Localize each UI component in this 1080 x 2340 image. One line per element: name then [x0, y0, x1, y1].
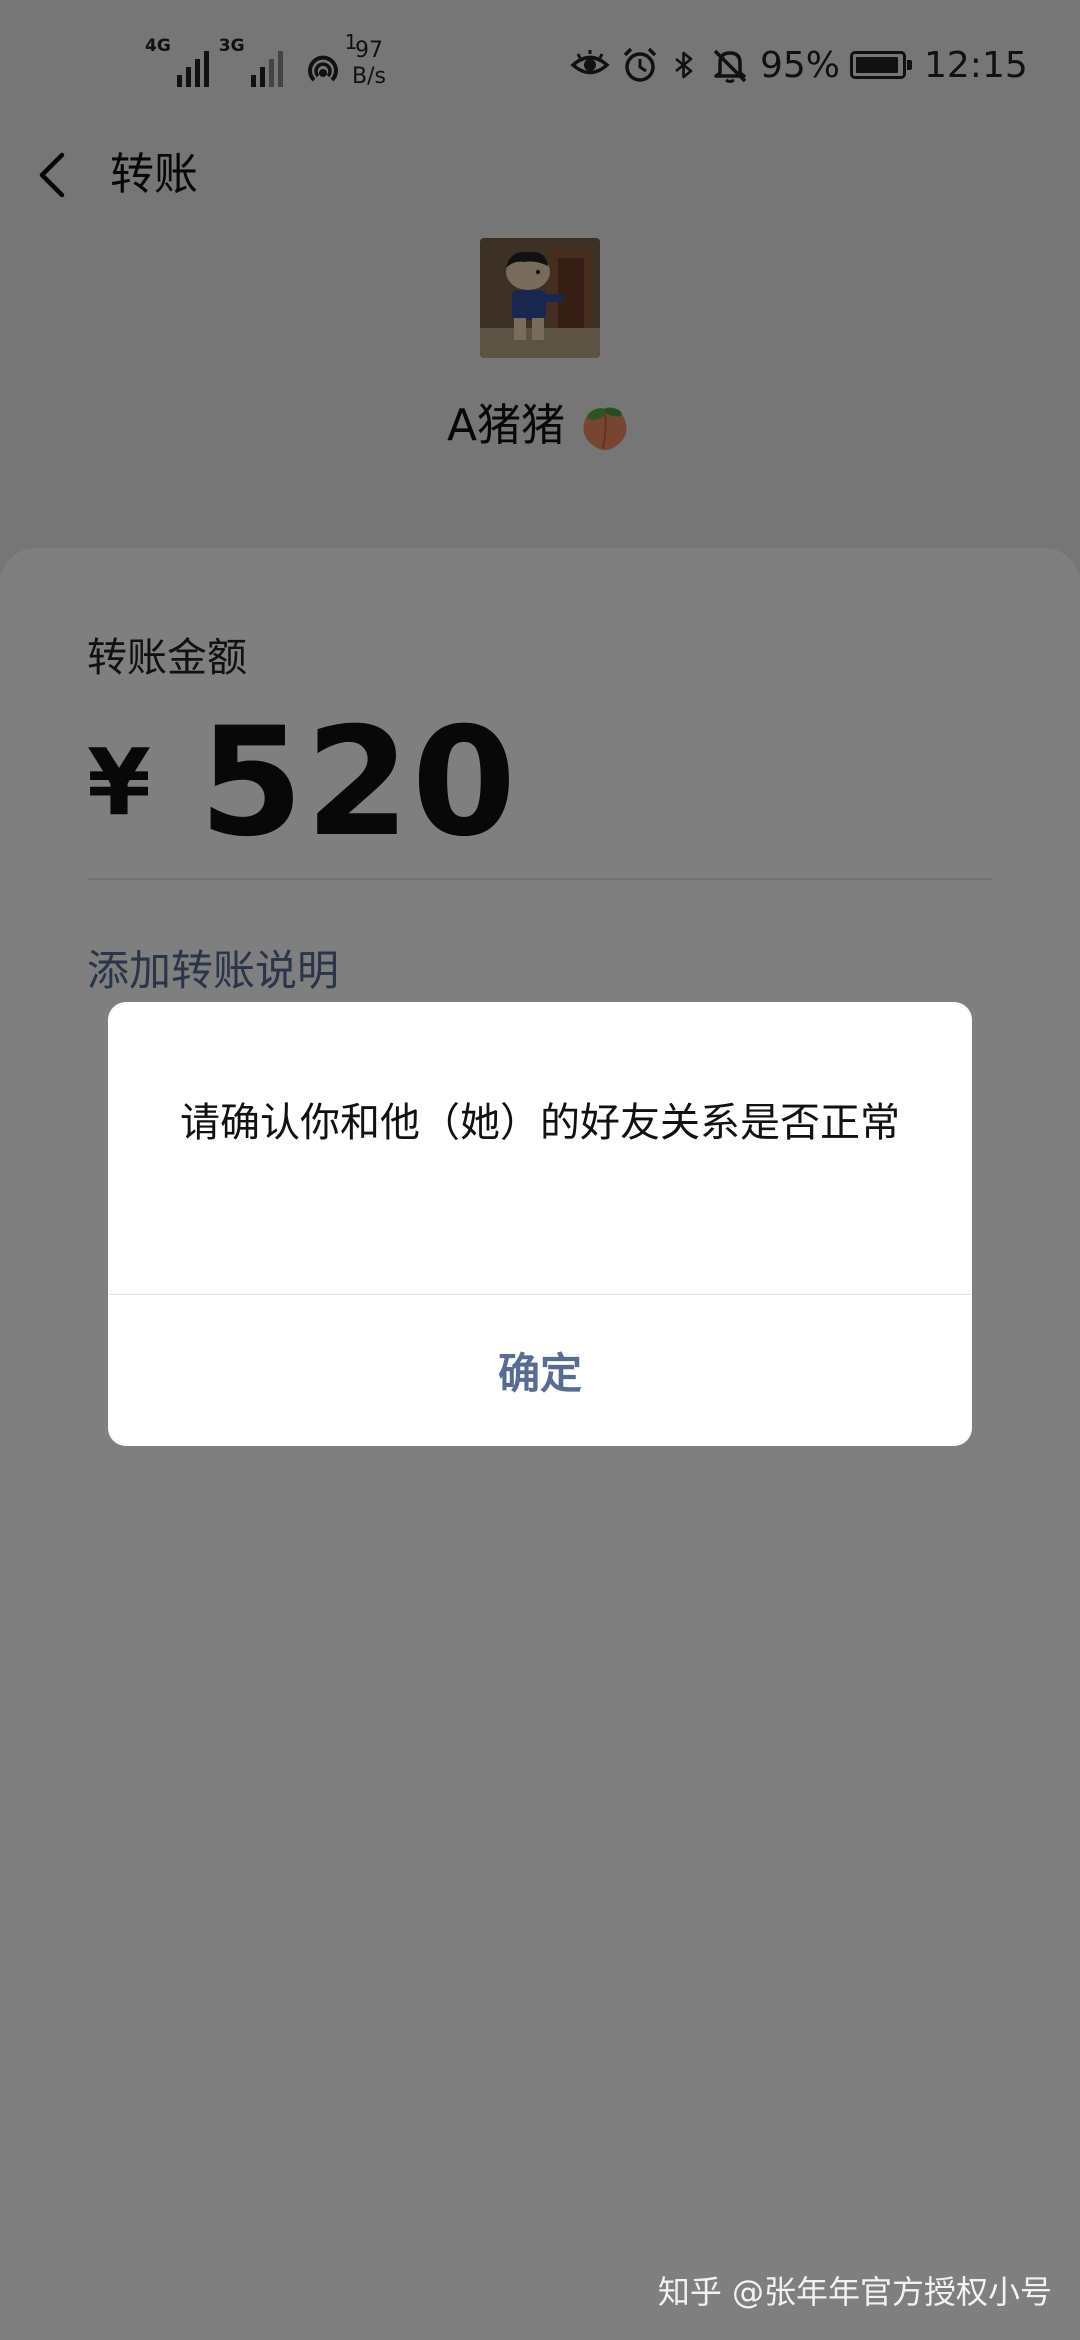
watermark: 知乎 @张年年官方授权小号 [657, 2273, 1052, 2311]
confirm-dialog: 请确认你和他（她）的好友关系是否正常 确定 [108, 1002, 972, 1446]
confirm-button[interactable]: 确定 [108, 1295, 972, 1446]
dialog-message: 请确认你和他（她）的好友关系是否正常 [180, 1100, 900, 1146]
